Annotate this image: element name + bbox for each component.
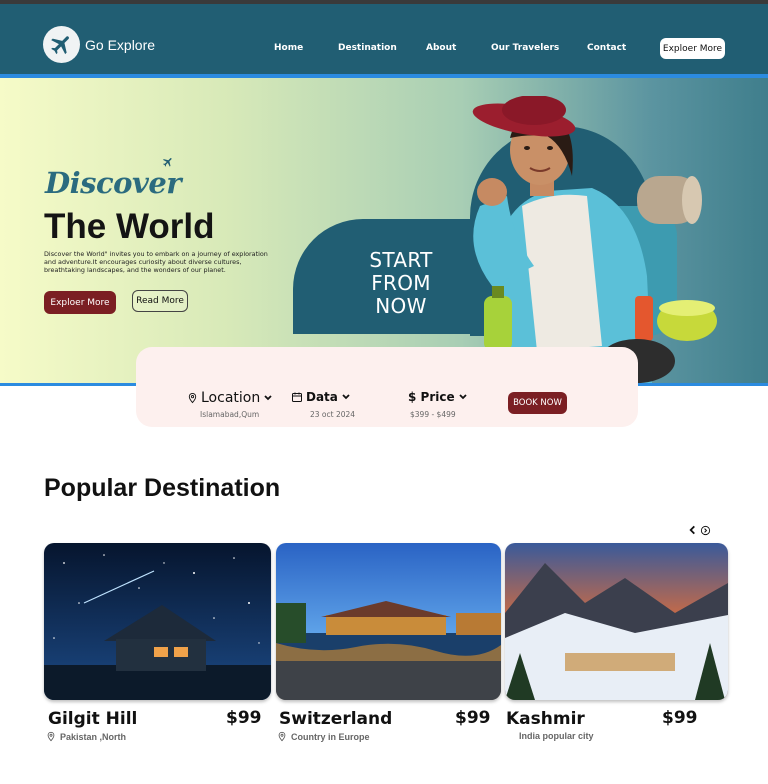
chevron-down-icon <box>342 394 350 400</box>
brand-logo[interactable] <box>43 26 80 63</box>
promo-line: START <box>369 248 433 272</box>
price-value: $399 - $499 <box>410 410 456 419</box>
destination-name[interactable]: Gilgit Hill <box>48 709 137 729</box>
destination-name[interactable]: Switzerland <box>279 709 392 729</box>
read-more-button[interactable]: Read More <box>132 290 188 312</box>
destination-location: India popular city <box>519 731 594 741</box>
hero-script-title: Discover <box>45 166 182 200</box>
destination-location-text: Country in Europe <box>291 731 370 742</box>
destination-price: $99 <box>455 708 491 728</box>
hero-title: The World <box>44 207 215 246</box>
date-value: 23 oct 2024 <box>310 410 356 419</box>
chevron-down-icon <box>458 394 467 400</box>
destination-image-kashmir[interactable] <box>505 543 728 700</box>
chevron-down-icon <box>264 395 272 401</box>
price-label: $ Price <box>408 390 455 404</box>
date-label: Data <box>306 390 338 404</box>
destination-image-switzerland[interactable] <box>276 543 501 700</box>
location-field[interactable]: Location <box>187 390 273 406</box>
calendar-icon <box>292 392 302 402</box>
destination-image-gilgit[interactable] <box>44 543 271 700</box>
hero-description: Discover the World" invites you to embar… <box>44 250 268 274</box>
map-pin-icon <box>278 731 286 742</box>
nav-link-home[interactable]: Home <box>274 43 303 53</box>
promo-line: NOW <box>375 294 427 318</box>
chevron-left-icon[interactable] <box>688 525 697 535</box>
destination-location: Pakistan ,North <box>46 731 126 742</box>
location-label: Location <box>201 390 261 406</box>
hero-promo-text: START FROM NOW <box>348 249 454 318</box>
destination-price: $99 <box>226 708 262 728</box>
mountain-village-image <box>505 543 728 700</box>
destination-location-text: Pakistan ,North <box>60 731 127 742</box>
destination-location-text: India popular city <box>519 731 594 741</box>
hero-explore-button[interactable]: Exploer More <box>44 291 116 314</box>
nav-link-contact[interactable]: Contact <box>587 43 626 53</box>
destination-name[interactable]: Kashmir <box>506 709 585 729</box>
location-value: Islamabad,Qum <box>200 410 260 419</box>
map-pin-icon <box>188 392 197 404</box>
destination-location: Country in Europe <box>277 731 370 742</box>
promo-line: FROM <box>371 271 431 295</box>
nav-link-destination[interactable]: Destination <box>338 43 397 53</box>
brand-name[interactable]: Go Explore <box>85 37 155 53</box>
section-title: Popular Destination <box>44 474 281 502</box>
chevron-right-circle-icon[interactable] <box>700 525 711 536</box>
lake-town-image <box>276 543 501 700</box>
book-now-button[interactable]: BOOK NOW <box>508 392 567 414</box>
traveler-illustration <box>472 96 717 383</box>
nav-explore-button[interactable]: Exploer More <box>660 38 725 59</box>
map-pin-icon <box>47 731 55 742</box>
destination-price: $99 <box>662 708 698 728</box>
airplane-icon <box>51 36 69 55</box>
nav-link-our-travelers[interactable]: Our Travelers <box>491 43 559 53</box>
night-cabin-image <box>44 543 271 700</box>
price-field[interactable]: $ Price <box>408 390 468 404</box>
nav-link-about[interactable]: About <box>426 43 456 53</box>
date-field[interactable]: Data <box>291 390 351 404</box>
